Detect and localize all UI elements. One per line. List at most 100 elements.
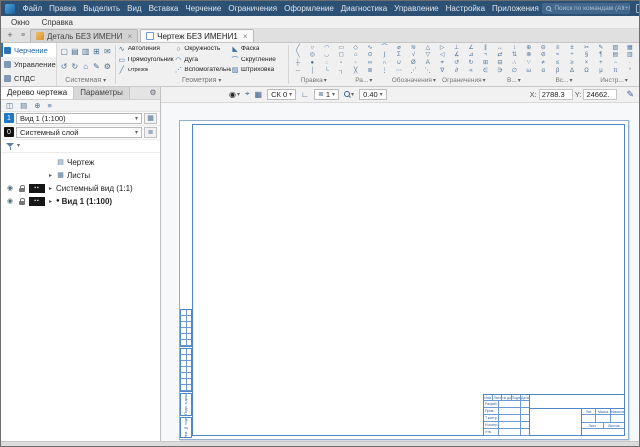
ribbon-tool-icon[interactable]: π (613, 68, 617, 74)
ribbon-tool-icon[interactable]: ✂ (584, 45, 589, 51)
document-tab-part[interactable]: Деталь БЕЗ ИМЕНИ × (30, 29, 138, 42)
ribbon-tool-icon[interactable]: § (585, 52, 588, 58)
ribbon-tool-icon[interactable]: ↺ (454, 60, 459, 66)
ribbon-group-label[interactable]: Ра...▾ (339, 76, 389, 86)
ribbon-tool-icon[interactable]: ● (311, 60, 315, 66)
system-tool-icon[interactable]: ⊞ (93, 47, 100, 56)
ribbon-tool-icon[interactable]: ─ (296, 68, 300, 74)
active-layer-combo[interactable]: ≣1▾ (314, 89, 339, 100)
new-document-button[interactable]: + (4, 29, 16, 42)
menu-item[interactable]: Окно (5, 18, 36, 27)
ribbon-tool-icon[interactable]: ⋱ (425, 68, 431, 74)
ribbon-tool-icon[interactable]: μ (599, 68, 602, 74)
ribbon-tool-icon[interactable]: ⌖ (441, 60, 444, 66)
geometry-tool-button[interactable]: ∿Автолиния (118, 44, 175, 55)
ribbon-tool-icon[interactable]: + (599, 60, 603, 66)
ribbon-tool-icon[interactable]: α (541, 68, 544, 74)
ribbon-tool-icon[interactable]: · (629, 60, 631, 66)
ribbon-tool-icon[interactable]: ∋ (497, 68, 502, 74)
ribbon-tool-icon[interactable]: ∇ (440, 68, 444, 74)
system-tool-icon[interactable]: ⚙ (104, 62, 111, 71)
ribbon-group-label[interactable]: Вс...▾ (539, 76, 589, 86)
current-layer-combo[interactable]: Системный слой▾ (16, 127, 142, 138)
ribbon-tool-icon[interactable]: ⋯ (396, 68, 402, 74)
ribbon-tool-icon[interactable]: ┐ (339, 68, 343, 74)
ribbon-tool-icon[interactable]: ⊿ (469, 52, 474, 58)
ribbon-tool-icon[interactable]: ╳ (354, 68, 358, 74)
ribbon-tool-icon[interactable]: β (556, 68, 559, 74)
ribbon-tool-icon[interactable]: ∅ (512, 68, 517, 74)
ribbon-tab-drafting[interactable]: Черчение (1, 43, 56, 57)
ribbon-tool-icon[interactable]: ÷ (570, 52, 573, 58)
command-search[interactable]: Поиск по командам (Alt+/) (542, 3, 630, 14)
ribbon-group-label[interactable]: Правка▾ (289, 76, 339, 86)
ribbon-tool-icon[interactable]: ⊥ (454, 45, 459, 51)
tree-item-view1[interactable]: ◉ ▪▪ ▸ ● Вид 1 (1:100) (1, 195, 160, 208)
menu-item[interactable]: Управление (391, 1, 442, 16)
close-icon[interactable]: × (243, 32, 248, 41)
view-options-button[interactable]: ▦ (144, 113, 157, 124)
ribbon-tool-icon[interactable]: ⌂ (354, 52, 358, 58)
ribbon-tool-icon[interactable]: Δ (570, 68, 574, 74)
expand-icon[interactable]: ▸ (47, 172, 54, 179)
ribbon-tool-icon[interactable]: ⇄ (497, 52, 502, 58)
ribbon-tool-icon[interactable]: ∝ (469, 68, 473, 74)
ribbon-tool-icon[interactable]: ∥ (484, 45, 487, 51)
ribbon-tool-icon[interactable]: ◡ (324, 52, 329, 58)
ribbon-tool-icon[interactable]: ◇ (353, 45, 358, 51)
ribbon-tool-icon[interactable]: ∈ (483, 68, 488, 74)
panel-tool-icon[interactable]: ▤ (20, 101, 27, 110)
close-icon[interactable]: × (127, 32, 132, 41)
ribbon-tool-icon[interactable]: ┼ (296, 60, 300, 66)
y-coordinate-field[interactable]: 24662. (583, 89, 617, 100)
ribbon-tool-icon[interactable]: ⊙ (368, 52, 373, 58)
snap-settings-button[interactable]: ◉▾ (229, 90, 240, 99)
ribbon-tool-icon[interactable]: ╱ (296, 45, 300, 51)
menu-item[interactable]: Вид (124, 1, 145, 16)
system-tool-icon[interactable]: ✉ (104, 47, 111, 56)
ribbon-tool-icon[interactable]: ∿ (368, 45, 373, 51)
ribbon-group-label[interactable]: Инстр...▾ (589, 76, 639, 86)
ribbon-tool-icon[interactable]: ◎ (310, 52, 315, 58)
ribbon-tool-icon[interactable]: ≋ (411, 45, 416, 51)
tree-item-system-view[interactable]: ◉ ▪▪ ▸ Системный вид (1:1) (1, 182, 160, 195)
ribbon-tool-icon[interactable]: ≤ (556, 60, 559, 66)
filter-icon[interactable] (6, 142, 14, 150)
ribbon-tool-icon[interactable]: ⌒ (381, 45, 387, 51)
ribbon-tool-icon[interactable]: ↔ (497, 45, 503, 51)
ribbon-tool-icon[interactable]: ▽ (425, 52, 430, 58)
ribbon-tool-icon[interactable]: ⌀ (397, 45, 401, 51)
ribbon-tool-icon[interactable]: ¬ (484, 52, 488, 58)
ribbon-tool-icon[interactable]: ◦ (355, 60, 357, 66)
visibility-eye-icon[interactable]: ◉ (5, 184, 15, 192)
system-tool-icon[interactable]: ↻ (72, 62, 79, 71)
menu-item[interactable]: Вставка (145, 1, 182, 16)
menu-item[interactable]: Ограничения (225, 1, 281, 16)
system-tool-icon[interactable]: ▥ (82, 47, 90, 56)
ribbon-tool-icon[interactable]: ∵ (527, 60, 531, 66)
system-tool-icon[interactable]: ▤ (71, 47, 79, 56)
ribbon-tool-icon[interactable]: ∩ (382, 60, 386, 66)
ribbon-tool-icon[interactable]: ∪ (397, 60, 401, 66)
ribbon-tool-icon[interactable]: │ (310, 68, 314, 74)
system-group-label[interactable]: Системная▾ (57, 76, 115, 86)
ribbon-tool-icon[interactable]: ╲ (296, 52, 300, 58)
ribbon-tool-icon[interactable]: ▨ (613, 45, 619, 51)
grid-toggle-icon[interactable]: ▦ (255, 90, 263, 99)
menu-item[interactable]: Выделить (80, 1, 124, 16)
ribbon-tool-icon[interactable]: ≈ (556, 52, 559, 58)
expand-icon[interactable]: ▸ (47, 185, 54, 192)
menu-item[interactable]: Файл (19, 1, 46, 16)
ribbon-group-label[interactable]: Обозначения▾ (389, 76, 439, 86)
system-tool-icon[interactable]: ▢ (60, 47, 68, 56)
geometry-tool-button[interactable]: ⋰Вспомогательная прямая (174, 65, 231, 76)
ribbon-tool-icon[interactable]: ¶ (599, 52, 602, 58)
ribbon-tool-icon[interactable]: ≥ (570, 60, 573, 66)
ribbon-tool-icon[interactable]: ⊞ (483, 60, 488, 66)
ribbon-tool-icon[interactable]: ° (629, 68, 631, 74)
ribbon-tool-icon[interactable]: ▤ (613, 52, 619, 58)
ortho-mode-icon[interactable]: ∟ (301, 90, 309, 99)
ribbon-tool-icon[interactable]: ∡ (454, 52, 459, 58)
ribbon-tool-icon[interactable]: ⇅ (512, 52, 517, 58)
geometry-tool-button[interactable]: ◣Фаска (231, 44, 288, 55)
